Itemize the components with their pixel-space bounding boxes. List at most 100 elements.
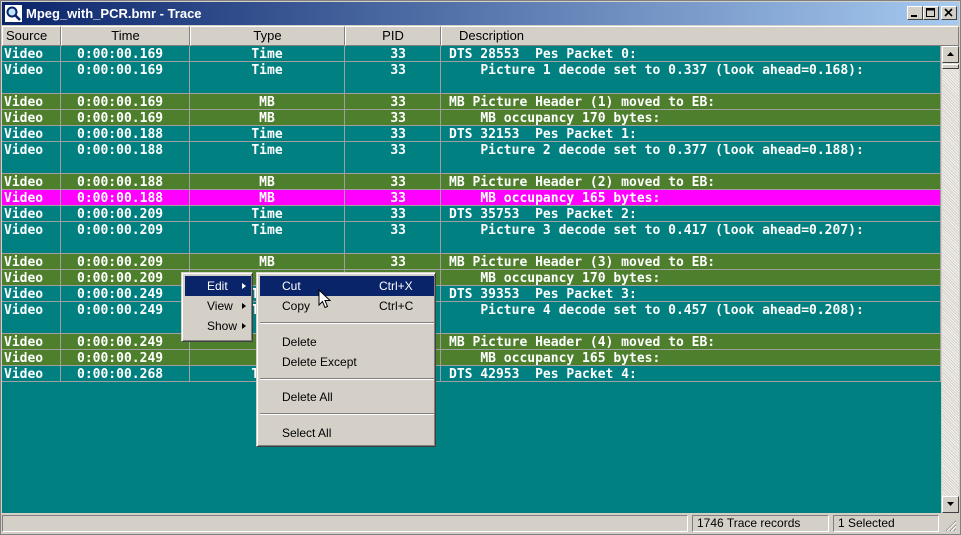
table-row[interactable]: Video 0:00:00.188 Time 33 DTS 32153 Pes Pack…	[2, 126, 941, 142]
menu-item-select-all[interactable]: Select All	[260, 423, 434, 443]
title-bar[interactable]: Mpeg_with_PCR.bmr - Trace	[2, 2, 959, 25]
cell-pid: 33	[345, 126, 441, 142]
maximize-button[interactable]	[923, 6, 939, 20]
table-row[interactable]: Video 0:00:00.188 MB 33 MB Picture Header (2…	[2, 174, 941, 190]
table-row[interactable]: Video 0:00:00.188 MB 33 MB occupancy 165 by…	[2, 190, 941, 206]
status-panel-empty	[2, 515, 688, 532]
table-row[interactable]: Video0:00:00.249MB33MB Picture Header (4…	[2, 334, 941, 350]
column-header-description[interactable]: Description	[441, 26, 959, 46]
cell-time: 0:00:00.169	[61, 46, 190, 62]
edit-submenu: Cut Ctrl+X Copy Ctrl+C Delete Delete Exc…	[256, 272, 436, 447]
scroll-up-button[interactable]	[942, 46, 959, 63]
cell-source: Video	[2, 206, 61, 222]
cell-type: MB	[190, 190, 345, 206]
menu-item-label: Select All	[282, 426, 332, 440]
cell-source: Video	[2, 174, 61, 190]
menu-item-label: Copy	[282, 299, 311, 313]
trace-grid[interactable]: Video 0:00:00.169 Time 33 DTS 28553 Pes Pack…	[2, 46, 941, 513]
cell-source: Video	[2, 350, 61, 366]
column-header-pid[interactable]: PID	[345, 26, 441, 46]
cell-type: Time	[190, 206, 345, 222]
scroll-thumb[interactable]	[942, 64, 959, 69]
vertical-scrollbar[interactable]	[942, 46, 959, 513]
menu-item-show[interactable]: Show	[185, 316, 251, 336]
cell-description: MB Picture Header (1) moved to EB:	[441, 94, 941, 110]
cell-source: Video	[2, 286, 61, 302]
cell-type: MB	[190, 254, 345, 270]
table-row[interactable]: Video 0:00:00.169 Time 33 Picture 1 decode …	[2, 62, 941, 94]
table-row[interactable]: Video 0:00:00.209 Time 33 Picture 3 decode …	[2, 222, 941, 254]
menu-item-delete[interactable]: Delete	[260, 332, 434, 352]
cell-description: MB Picture Header (2) moved to EB:	[441, 174, 941, 190]
cell-source: Video	[2, 142, 61, 174]
cell-source: Video	[2, 302, 61, 334]
cell-description: MB occupancy 170 bytes:	[441, 270, 941, 286]
table-row[interactable]: Video0:00:00.209MB33 MB occupancy 170 by…	[2, 270, 941, 286]
menu-item-label: Cut	[282, 279, 301, 293]
cell-type: Time	[190, 62, 345, 94]
menu-item-edit[interactable]: Edit	[185, 276, 251, 296]
menu-separator	[260, 413, 434, 415]
menu-item-delete-except[interactable]: Delete Except	[260, 352, 434, 372]
cell-description: DTS 39353 Pes Packet 3:	[441, 286, 941, 302]
cell-description: Picture 1 decode set to 0.337 (look ahea…	[441, 62, 941, 94]
cell-type: Time	[190, 126, 345, 142]
cell-time: 0:00:00.209	[61, 254, 190, 270]
cell-time: 0:00:00.188	[61, 190, 190, 206]
table-row[interactable]: Video0:00:00.268Time33DTS 42953 Pes Pack…	[2, 366, 941, 382]
cell-pid: 33	[345, 46, 441, 62]
table-row[interactable]: Video0:00:00.249Time33DTS 39353 Pes Pack…	[2, 286, 941, 302]
cell-description: Picture 2 decode set to 0.377 (look ahea…	[441, 142, 941, 174]
status-record-count: 1746 Trace records	[692, 515, 829, 532]
table-row[interactable]: Video0:00:00.249Time33 Picture 4 decode …	[2, 302, 941, 334]
table-row[interactable]: Video 0:00:00.209 Time 33 DTS 35753 Pes Pack…	[2, 206, 941, 222]
menu-item-copy[interactable]: Copy Ctrl+C	[260, 296, 434, 316]
cell-source: Video	[2, 62, 61, 94]
table-row[interactable]: Video0:00:00.249MB33 MB occupancy 165 by…	[2, 350, 941, 366]
menu-item-cut[interactable]: Cut Ctrl+X	[260, 276, 434, 296]
cell-time: 0:00:00.169	[61, 94, 190, 110]
column-header: Source Time Type PID Description	[2, 26, 959, 46]
cell-type: MB	[190, 174, 345, 190]
cell-pid: 33	[345, 142, 441, 174]
submenu-arrow-icon	[242, 303, 246, 309]
cell-type: Time	[190, 46, 345, 62]
cell-source: Video	[2, 222, 61, 254]
menu-item-label: View	[207, 299, 233, 313]
cell-description: MB occupancy 170 bytes:	[441, 110, 941, 126]
cell-pid: 33	[345, 222, 441, 254]
cell-description: MB occupancy 165 bytes:	[441, 350, 941, 366]
table-row[interactable]: Video 0:00:00.169 MB 33 MB Picture Header (1…	[2, 94, 941, 110]
table-row[interactable]: Video 0:00:00.169 MB 33 MB occupancy 170 by…	[2, 110, 941, 126]
cell-source: Video	[2, 270, 61, 286]
cell-time: 0:00:00.169	[61, 110, 190, 126]
menu-item-view[interactable]: View	[185, 296, 251, 316]
menu-item-shortcut: Ctrl+C	[379, 299, 414, 313]
cell-time: 0:00:00.249	[61, 286, 190, 302]
status-bar: 1746 Trace records 1 Selected	[2, 513, 959, 534]
menu-item-delete-all[interactable]: Delete All	[260, 387, 434, 407]
cell-source: Video	[2, 366, 61, 382]
column-header-type[interactable]: Type	[190, 26, 345, 46]
column-header-source[interactable]: Source	[2, 26, 61, 46]
cell-time: 0:00:00.249	[61, 302, 190, 334]
table-row[interactable]: Video 0:00:00.188 Time 33 Picture 2 decode …	[2, 142, 941, 174]
cell-time: 0:00:00.268	[61, 366, 190, 382]
cell-description: Picture 3 decode set to 0.417 (look ahea…	[441, 222, 941, 254]
table-row[interactable]: Video 0:00:00.169 Time 33 DTS 28553 Pes Pack…	[2, 46, 941, 62]
submenu-arrow-icon	[242, 323, 246, 329]
arrow-down-icon	[947, 502, 954, 506]
menu-item-label: Delete	[282, 335, 317, 349]
table-row[interactable]: Video 0:00:00.209 MB 33 MB Picture Header (3…	[2, 254, 941, 270]
close-button[interactable]	[941, 6, 957, 20]
menu-item-label: Show	[207, 319, 238, 333]
resize-grip-icon[interactable]	[945, 520, 957, 532]
scroll-down-button[interactable]	[942, 496, 959, 513]
minimize-button[interactable]	[907, 6, 923, 20]
status-selected-count: 1 Selected	[833, 515, 939, 532]
cell-time: 0:00:00.209	[61, 270, 190, 286]
cell-source: Video	[2, 126, 61, 142]
cell-description: MB Picture Header (4) moved to EB:	[441, 334, 941, 350]
cell-pid: 33	[345, 94, 441, 110]
column-header-time[interactable]: Time	[61, 26, 190, 46]
